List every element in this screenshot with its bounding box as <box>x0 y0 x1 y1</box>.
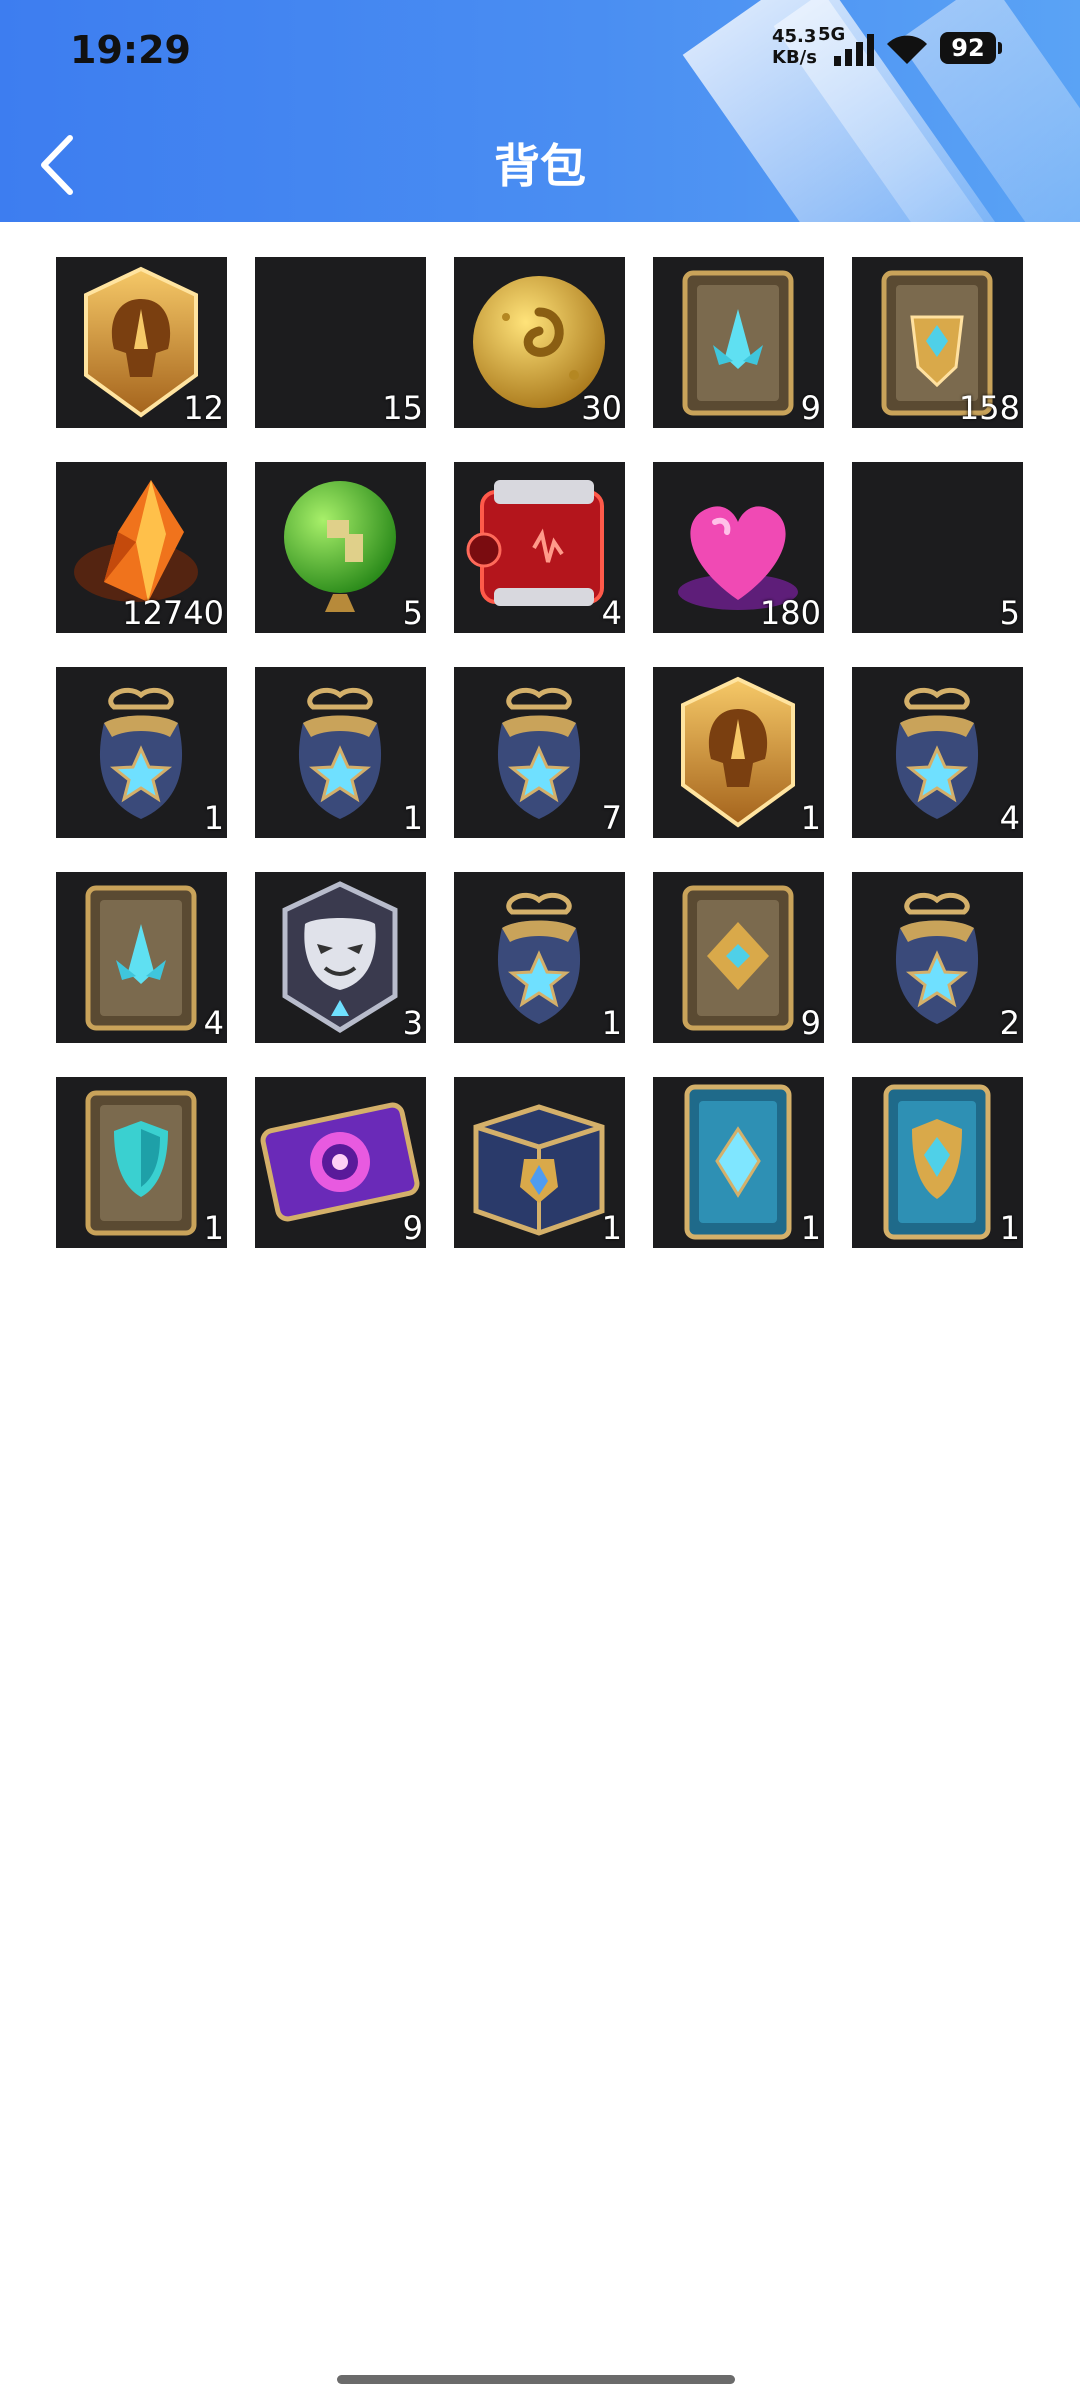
inventory-item[interactable]: 1 <box>454 1077 625 1248</box>
item-count: 12 <box>183 389 224 427</box>
item-count: 1 <box>203 1209 224 1247</box>
blue-shield-tall-card-icon <box>883 1084 991 1240</box>
item-count: 1 <box>601 1209 622 1247</box>
inventory-item[interactable]: 1 <box>653 667 824 838</box>
empty-slot <box>852 462 1023 633</box>
purple-eye-ticket-icon <box>260 1102 420 1222</box>
item-count: 5 <box>402 594 423 632</box>
item-count: 4 <box>999 799 1020 837</box>
status-bar: 19:29 45.3 KB/s 5G 92 <box>0 0 1080 100</box>
item-count: 15 <box>382 389 423 427</box>
inventory-item[interactable]: 1 <box>852 1077 1023 1248</box>
wifi-icon <box>887 35 927 64</box>
inventory-item[interactable]: 1 <box>56 1077 227 1248</box>
app-header: 19:29 45.3 KB/s 5G 92 背包 <box>0 0 1080 222</box>
item-count: 158 <box>958 389 1020 427</box>
item-count: 1 <box>203 799 224 837</box>
item-count: 4 <box>601 594 622 632</box>
inventory-item[interactable]: 5 <box>852 462 1023 633</box>
inventory-item[interactable]: 12 <box>56 257 227 428</box>
item-count: 1 <box>402 799 423 837</box>
star-pouch-icon <box>895 892 979 1024</box>
item-count: 1 <box>800 1209 821 1247</box>
item-count: 4 <box>203 1004 224 1042</box>
inventory-grid: 12 15 30 9 158 12740 5 4 180 5 1 1 7 1 4… <box>56 257 1023 1248</box>
item-count: 180 <box>759 594 821 632</box>
item-count: 12740 <box>122 594 224 632</box>
inventory-item[interactable]: 5 <box>255 462 426 633</box>
inventory-item[interactable]: 3 <box>255 872 426 1043</box>
item-count: 9 <box>800 1004 821 1042</box>
inventory-item[interactable]: 9 <box>255 1077 426 1248</box>
network-speed-value: 45.3 <box>772 26 817 47</box>
inventory-item[interactable]: 180 <box>653 462 824 633</box>
inventory-item[interactable]: 12740 <box>56 462 227 633</box>
status-time: 19:29 <box>70 28 191 72</box>
blue-crystal-tall-card-icon <box>684 1084 792 1240</box>
inventory-item[interactable]: 15 <box>255 257 426 428</box>
red-capsule-icon <box>466 480 604 606</box>
item-count: 9 <box>402 1209 423 1247</box>
star-pouch-icon <box>497 892 581 1024</box>
signal-icon <box>834 34 874 66</box>
mask-emblem-icon <box>282 881 398 1033</box>
blue-crystal-card-icon <box>85 885 197 1031</box>
inventory-item[interactable]: 2 <box>852 872 1023 1043</box>
gold-helmet-emblem-icon <box>681 676 795 828</box>
item-count: 3 <box>402 1004 423 1042</box>
item-count: 5 <box>999 594 1020 632</box>
star-pouch-icon <box>298 687 382 819</box>
network-speed-unit: KB/s <box>772 47 817 68</box>
blue-crystal-card-icon <box>682 270 794 416</box>
inventory-item[interactable]: 1 <box>653 1077 824 1248</box>
star-pouch-icon <box>895 687 979 819</box>
item-count: 1 <box>999 1209 1020 1247</box>
inventory-item[interactable]: 1 <box>56 667 227 838</box>
item-count: 1 <box>800 799 821 837</box>
page-title: 背包 <box>494 139 586 193</box>
green-orb-icon <box>284 481 396 612</box>
teal-shield-card-icon <box>85 1090 197 1236</box>
gold-diamond-card-icon <box>682 885 794 1031</box>
inventory-item[interactable]: 1 <box>255 667 426 838</box>
inventory-item[interactable]: 4 <box>852 667 1023 838</box>
item-count: 9 <box>800 389 821 427</box>
network-speed: 45.3 KB/s <box>772 26 817 68</box>
inventory-item[interactable]: 158 <box>852 257 1023 428</box>
item-count: 7 <box>601 799 622 837</box>
inventory-item[interactable]: 4 <box>454 462 625 633</box>
star-pouch-icon <box>497 687 581 819</box>
inventory-item[interactable]: 9 <box>653 257 824 428</box>
home-indicator[interactable] <box>337 2375 735 2384</box>
item-count: 30 <box>581 389 622 427</box>
item-count: 2 <box>999 1004 1020 1042</box>
star-pouch-icon <box>99 687 183 819</box>
inventory-item[interactable]: 9 <box>653 872 824 1043</box>
item-count: 1 <box>601 1004 622 1042</box>
inventory-item[interactable]: 1 <box>454 872 625 1043</box>
navigation-bar: 背包 <box>0 110 1080 210</box>
battery-indicator: 92 <box>940 32 1002 64</box>
inventory-item[interactable]: 4 <box>56 872 227 1043</box>
inventory-item[interactable]: 30 <box>454 257 625 428</box>
inventory-item[interactable]: 7 <box>454 667 625 838</box>
blue-gold-chest-icon <box>473 1104 605 1236</box>
